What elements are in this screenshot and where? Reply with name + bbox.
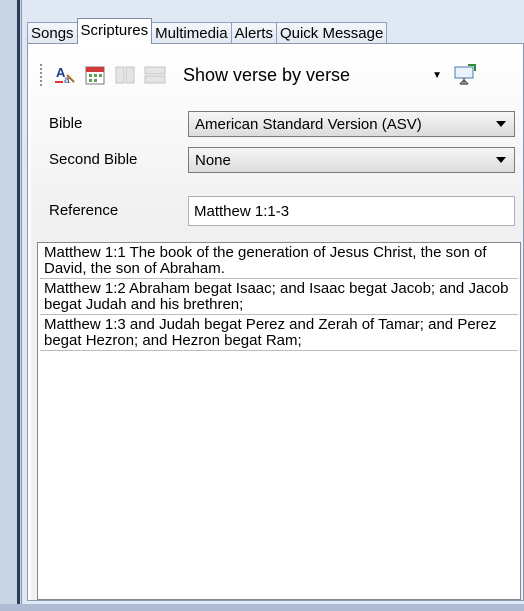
chevron-down-icon [496, 121, 506, 127]
bible-label: Bible [49, 115, 83, 132]
list-item[interactable]: Matthew 1:2 Abraham begat Isaac; and Isa… [40, 279, 518, 315]
calendar-icon[interactable] [83, 63, 107, 87]
second-bible-select[interactable]: None [188, 147, 515, 173]
tab-strip: Songs Scriptures Multimedia Alerts Quick… [27, 16, 388, 44]
present-screen-icon[interactable] [452, 63, 478, 87]
tab-quick-message[interactable]: Quick Message [275, 22, 388, 44]
verse-list[interactable]: Matthew 1:1 The book of the generation o… [37, 242, 521, 600]
list-item[interactable]: Matthew 1:1 The book of the generation o… [40, 243, 518, 279]
tab-songs[interactable]: Songs [27, 22, 78, 44]
window-bottom-border [0, 604, 524, 611]
second-bible-label: Second Bible [49, 151, 138, 168]
view-mode-select[interactable]: Show verse by verse ▼ [179, 62, 448, 88]
window-frame-line [17, 0, 20, 611]
rows-icon[interactable] [143, 63, 167, 87]
scriptures-panel: A a Show verse by verse ▼ Bible American… [27, 43, 524, 601]
two-columns-icon[interactable] [113, 63, 137, 87]
reference-label: Reference [49, 202, 119, 219]
second-bible-value: None [195, 151, 231, 169]
bible-value: American Standard Version (ASV) [195, 115, 422, 133]
chevron-down-icon [496, 157, 506, 163]
tab-scriptures[interactable]: Scriptures [76, 18, 153, 44]
scripture-toolbar: A a Show verse by verse ▼ [39, 59, 478, 91]
bible-select[interactable]: American Standard Version (ASV) [188, 111, 515, 137]
toolbar-grip-icon[interactable] [39, 63, 43, 87]
window-frame-highlight [21, 0, 22, 611]
reference-input[interactable] [188, 196, 515, 226]
list-item[interactable]: Matthew 1:3 and Judah begat Perez and Ze… [40, 315, 518, 351]
font-format-icon[interactable]: A a [53, 63, 77, 87]
tab-multimedia[interactable]: Multimedia [151, 22, 232, 44]
chevron-down-icon: ▼ [432, 69, 442, 81]
view-mode-value: Show verse by verse [183, 64, 351, 85]
tab-alerts[interactable]: Alerts [230, 22, 277, 44]
